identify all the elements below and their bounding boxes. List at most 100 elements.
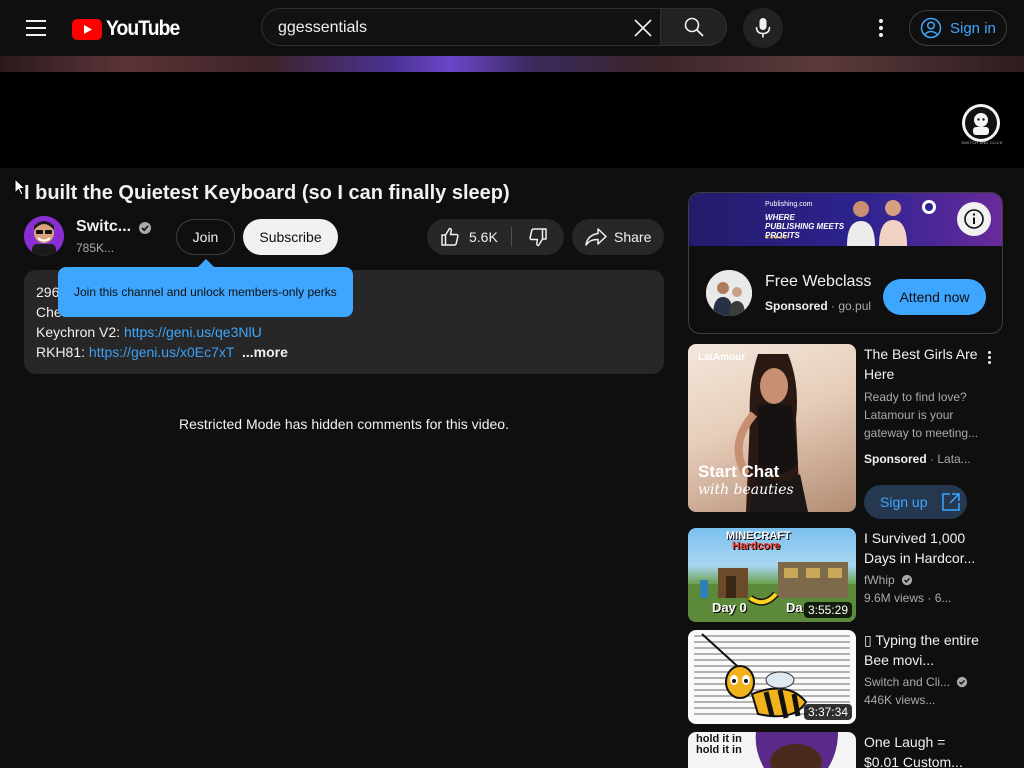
companion-ad[interactable]: Publishing.com WHERE PUBLISHING MEETS PR… — [688, 192, 1003, 334]
keychron-link[interactable]: https://geni.us/qe3NlU — [124, 324, 262, 340]
guide-menu-button[interactable] — [16, 12, 56, 44]
info-icon — [964, 209, 984, 229]
ad-banner-rating: ★★★★★ — [765, 235, 788, 241]
rec-advertiser: Lata... — [937, 452, 971, 466]
logo-text: YouTube — [106, 17, 180, 40]
thumbnail-caption: Day 0 — [712, 600, 747, 615]
video-player[interactable]: SWITCH AND CLICK — [0, 56, 1024, 168]
verified-badge-icon — [139, 222, 151, 234]
video-title: I built the Quietest Keyboard (so I can … — [24, 182, 510, 204]
channel-avatar[interactable] — [24, 216, 64, 256]
thumbnail-caption: with beauties — [698, 482, 794, 498]
attend-now-button[interactable]: Attend now — [883, 279, 986, 315]
ad-badge-icon — [922, 200, 936, 214]
video-duration: 3:37:34 — [803, 704, 852, 720]
sponsored-label: Sponsored — [765, 299, 828, 313]
rec-thumbnail[interactable]: 3:37:34 — [688, 630, 856, 724]
ad-banner[interactable]: Publishing.com WHERE PUBLISHING MEETS PR… — [689, 193, 1002, 246]
advertiser-logo-image — [706, 270, 752, 316]
ad-domain: go.pul — [838, 299, 872, 313]
advertiser-logo[interactable] — [706, 270, 752, 316]
ad-meta: Sponsored · go.pul — [765, 299, 872, 313]
dislike-button[interactable] — [512, 219, 564, 255]
share-label: Share — [614, 229, 652, 245]
menu-icon — [26, 20, 46, 22]
join-button[interactable]: Join — [176, 219, 235, 255]
rec-title[interactable]: The Best Girls Are Here — [864, 344, 982, 384]
search-icon — [684, 17, 704, 37]
voice-search-button[interactable] — [743, 8, 783, 48]
subscribe-button[interactable]: Subscribe — [243, 219, 338, 255]
external-link-icon — [942, 493, 961, 511]
more-vert-icon — [987, 350, 991, 354]
rec-thumbnail[interactable]: MINECRAFT Hardcore Day 0 Da 3:55:29 — [688, 528, 856, 622]
video-duration: 3:55:29 — [803, 602, 852, 618]
settings-menu-button[interactable] — [865, 12, 897, 44]
share-icon — [585, 228, 607, 246]
ad-info-button[interactable] — [957, 202, 991, 236]
masthead: YouTube Sign in — [0, 0, 1024, 56]
thumbnail-caption: hold it in hold it in — [696, 733, 742, 756]
rec-meta: Sponsored · Lata... — [864, 452, 971, 466]
verified-badge-icon — [901, 574, 913, 586]
search-input[interactable] — [278, 18, 618, 38]
join-tooltip: Join this channel and unlock members-onl… — [58, 267, 353, 317]
product-label: RKH81: — [36, 344, 89, 360]
ad-title[interactable]: Free Webclass — [765, 273, 871, 291]
clear-search-button[interactable] — [628, 13, 658, 43]
rec-title[interactable]: One Laugh = $0.01 Custom... — [864, 732, 982, 768]
thumbnail-caption: Hardcore — [732, 540, 781, 552]
thumbs-down-icon — [529, 228, 547, 247]
rec-channel-name[interactable]: Switch and Cli... — [864, 675, 950, 689]
rec-stats: 446K views... — [864, 693, 936, 707]
description-line: RKH81: https://geni.us/x0Ec7xT — [36, 342, 234, 362]
video-frame — [0, 56, 1024, 72]
rec-channel-name[interactable]: fWhip — [864, 573, 895, 587]
rec-description: Ready to find love? Latamour is your gat… — [864, 390, 979, 440]
channel-name[interactable]: Switc... — [76, 218, 131, 236]
sign-in-button[interactable]: Sign in — [909, 10, 1007, 46]
verified-badge-icon — [957, 676, 968, 688]
youtube-logo[interactable]: YouTube — [72, 17, 186, 41]
product-label: Keychron V2: — [36, 324, 124, 340]
rec-menu-button[interactable] — [985, 348, 993, 366]
search-box — [261, 8, 661, 46]
avatar-image — [24, 216, 64, 256]
ad-banner-people — [847, 200, 907, 246]
microphone-icon — [755, 18, 771, 38]
like-dislike-group: 5.6K — [427, 219, 564, 255]
like-count: 5.6K — [469, 229, 498, 245]
rec-channel: Switch and Cli... — [864, 673, 1004, 691]
rec-stats: 9.6M views · 6... — [864, 591, 952, 605]
view-count: 9.6M views — [864, 591, 925, 605]
close-icon — [634, 19, 652, 37]
upload-age: 6... — [934, 591, 952, 605]
sign-up-label: Sign up — [880, 494, 928, 510]
thumbnail-caption: Da — [786, 600, 803, 615]
rec-thumbnail[interactable]: hold it in hold it in — [688, 732, 856, 768]
share-button[interactable]: Share — [572, 219, 664, 255]
description-line: Keychron V2: https://geni.us/qe3NlU — [36, 322, 262, 342]
rec-thumbnail[interactable]: LatAmour Start Chat with beauties — [688, 344, 856, 512]
like-button[interactable]: 5.6K — [427, 219, 511, 255]
rkh81-link[interactable]: https://geni.us/x0Ec7xT — [89, 344, 235, 360]
thumbs-up-icon — [441, 227, 459, 246]
show-more-button[interactable]: ...more — [242, 342, 288, 362]
more-vert-icon — [879, 19, 883, 23]
rec-title[interactable]: ▯ Typing the entire Bee movi... — [864, 630, 982, 670]
youtube-play-icon — [72, 18, 102, 40]
sign-up-button[interactable]: Sign up — [864, 485, 967, 519]
watermark-caption: SWITCH AND CLICK — [961, 140, 1003, 145]
restricted-mode-message: Restricted Mode has hidden comments for … — [179, 416, 509, 432]
subscriber-count: 785K... — [76, 241, 115, 255]
thumbnail-brand: LatAmour — [698, 352, 746, 363]
watermark-logo-icon — [965, 107, 997, 139]
search-button[interactable] — [661, 8, 727, 46]
description-line: 296 — [36, 284, 60, 300]
channel-watermark[interactable] — [962, 104, 1000, 142]
account-icon — [920, 17, 942, 39]
ad-banner-brand: Publishing.com — [765, 201, 813, 208]
thumbnail-caption: Start Chat — [698, 462, 780, 481]
rec-title[interactable]: I Survived 1,000 Days in Hardcor... — [864, 528, 982, 568]
sign-in-label: Sign in — [950, 19, 996, 37]
